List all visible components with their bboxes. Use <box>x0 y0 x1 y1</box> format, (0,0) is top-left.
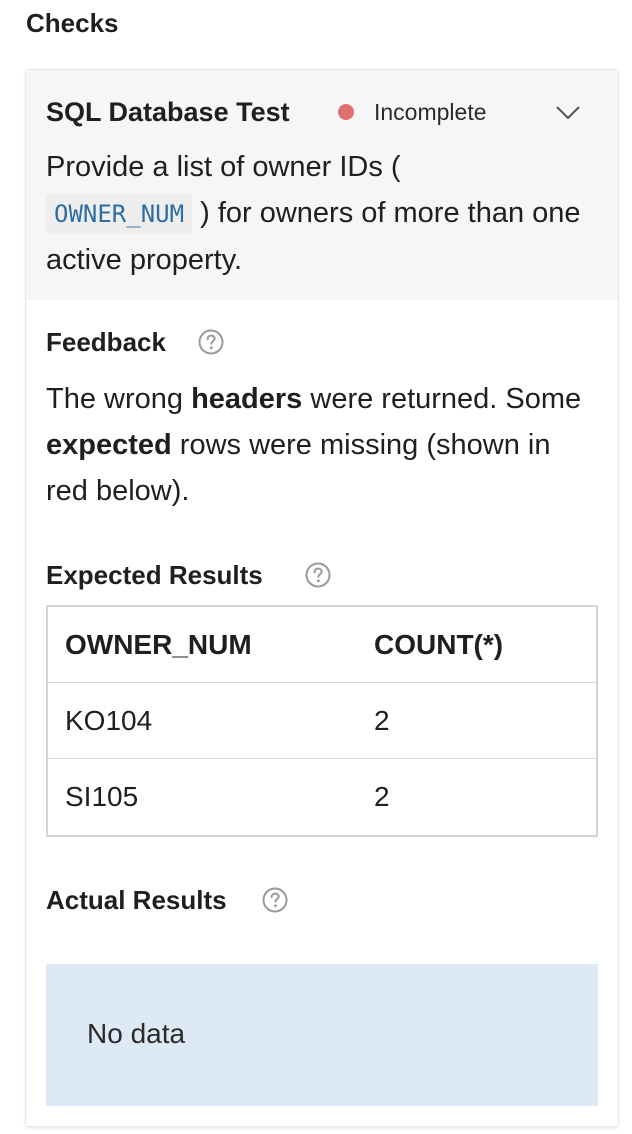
help-circle-icon[interactable] <box>198 329 224 355</box>
check-header-row: SQL Database Test Incomplete <box>46 94 598 130</box>
check-title: SQL Database Test <box>46 97 290 127</box>
help-circle-icon[interactable] <box>305 562 331 588</box>
prompt-text-before: Provide a list of owner IDs ( <box>46 151 401 183</box>
table-cell: 2 <box>374 781 390 812</box>
no-data-message: No data <box>87 1018 186 1049</box>
column-header-owner-num: OWNER_NUM <box>65 629 252 660</box>
expected-results-heading: Expected Results <box>46 560 263 590</box>
check-card-header[interactable]: SQL Database Test Incomplete Provide a l… <box>26 70 618 300</box>
table-row: KO104 2 <box>48 683 596 759</box>
expected-results-table: OWNER_NUM COUNT(*) KO104 2 SI105 2 <box>46 605 598 837</box>
check-card: SQL Database Test Incomplete Provide a l… <box>26 70 618 1126</box>
actual-results-empty-state: No data <box>46 964 598 1106</box>
section-title: Checks <box>26 8 119 38</box>
table-row: SI105 2 <box>48 759 596 835</box>
feedback-heading: Feedback <box>46 327 166 357</box>
table-header-row: OWNER_NUM COUNT(*) <box>48 607 596 683</box>
feedback-text-part: were returned. Some <box>302 383 582 415</box>
feedback-bold-headers: headers <box>191 383 303 415</box>
column-header-count: COUNT(*) <box>374 629 504 660</box>
chevron-down-icon[interactable] <box>554 98 582 126</box>
feedback-text: The wrong headers were returned. Some ex… <box>46 376 598 514</box>
actual-results-heading: Actual Results <box>46 885 227 915</box>
prompt-code: OWNER_NUM <box>46 194 193 234</box>
check-prompt: Provide a list of owner IDs (OWNER_NUM )… <box>46 144 586 283</box>
table-cell: KO104 <box>65 705 153 736</box>
status-badge: Incomplete <box>374 99 487 125</box>
checks-panel: Checks SQL Database Test Incomplete Prov… <box>0 0 632 1134</box>
table-cell: SI105 <box>65 781 139 812</box>
table-cell: 2 <box>374 705 390 736</box>
help-circle-icon[interactable] <box>262 887 288 913</box>
feedback-text-part: The wrong <box>46 383 192 415</box>
status-dot-icon <box>338 104 354 120</box>
feedback-bold-expected: expected <box>46 429 172 461</box>
